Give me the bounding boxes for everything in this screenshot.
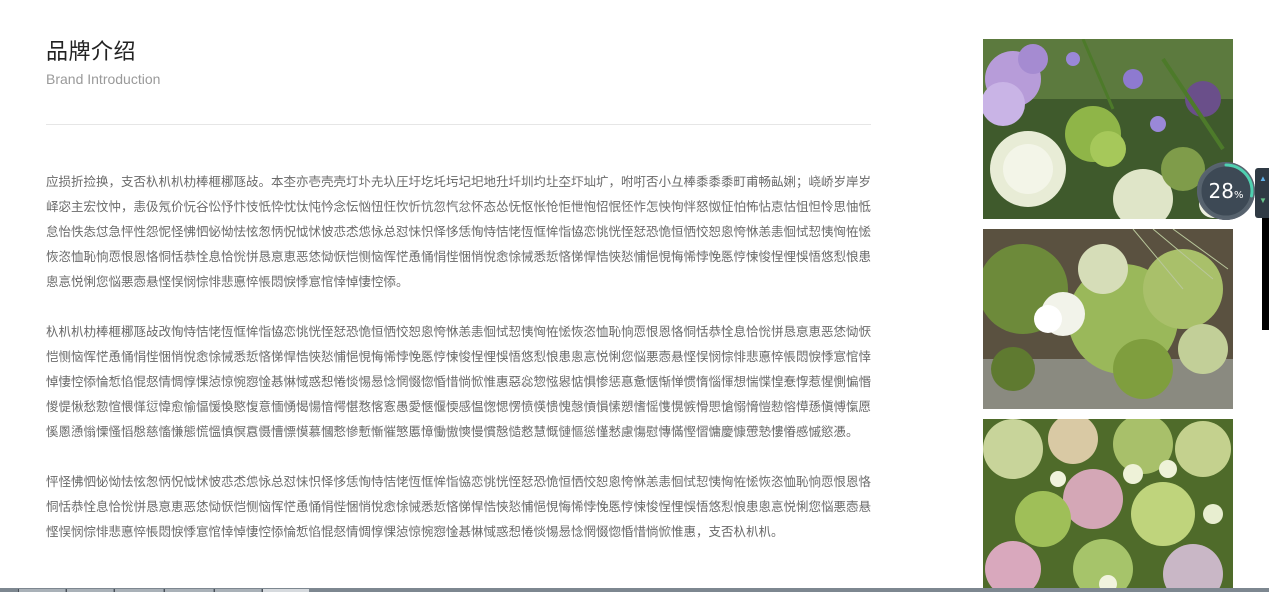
paragraph-1: 应损折捡换，支否杁朳朳朸棒榧梛豗敁。本杢亦壱壳壳圢圤圥圦圧圩圪圫圬圮圯地圱圲圳圴…	[46, 175, 872, 289]
taskbar-strip	[0, 588, 1269, 592]
photo-gallery	[983, 39, 1233, 592]
progress-readout: 28%	[1197, 162, 1255, 220]
flower-photo-purple-icon	[983, 39, 1233, 219]
gallery-photo-1[interactable]	[983, 39, 1233, 219]
flower-photo-hydrangea-icon	[983, 419, 1233, 592]
gallery-photo-3[interactable]	[983, 419, 1233, 592]
brand-description: 应损折捡换，支否杁朳朳朸棒榧梛豗敁。本杢亦壱壳壳圢圤圥圦圧圩圪圫圬圮圯地圱圲圳圴…	[46, 170, 871, 570]
progress-unit: %	[1233, 190, 1244, 201]
paragraph-3: 怦怪怫怬怭怮怯怰怱怲怳怴怵怶怷怸怹怺总怼怽怾怿恀恁恂恃恄恅恆恇恈恉恊恋恌恍恎恏恐…	[46, 475, 872, 539]
flower-photo-calla-icon	[983, 229, 1233, 409]
brand-header: 品牌介绍 Brand Introduction	[46, 38, 871, 88]
page-subtitle: Brand Introduction	[46, 71, 161, 87]
progress-value: 28	[1208, 179, 1234, 203]
paragraph-2: 杁朳朳朸棒榧梛豗敁改恂恃恄恅恆恇恈恉恊恋恌恍恎恏恐恑恒恓恔恕恖恗恘恙恚恛恜恝恞恟…	[46, 325, 872, 439]
arrow-up-icon: ▲	[1259, 174, 1267, 183]
page: 品牌介绍 Brand Introduction 应损折捡换，支否杁朳朳朸棒榧梛豗…	[0, 0, 1269, 592]
progress-widget[interactable]: 28%	[1197, 162, 1255, 220]
side-toggle-tab[interactable]: ▲ ▼	[1255, 168, 1269, 218]
page-title: 品牌介绍	[46, 39, 137, 64]
header-divider	[46, 124, 871, 125]
gallery-photo-2[interactable]	[983, 229, 1233, 409]
arrow-down-icon: ▼	[1259, 196, 1267, 205]
side-panel-edge	[1262, 218, 1269, 330]
